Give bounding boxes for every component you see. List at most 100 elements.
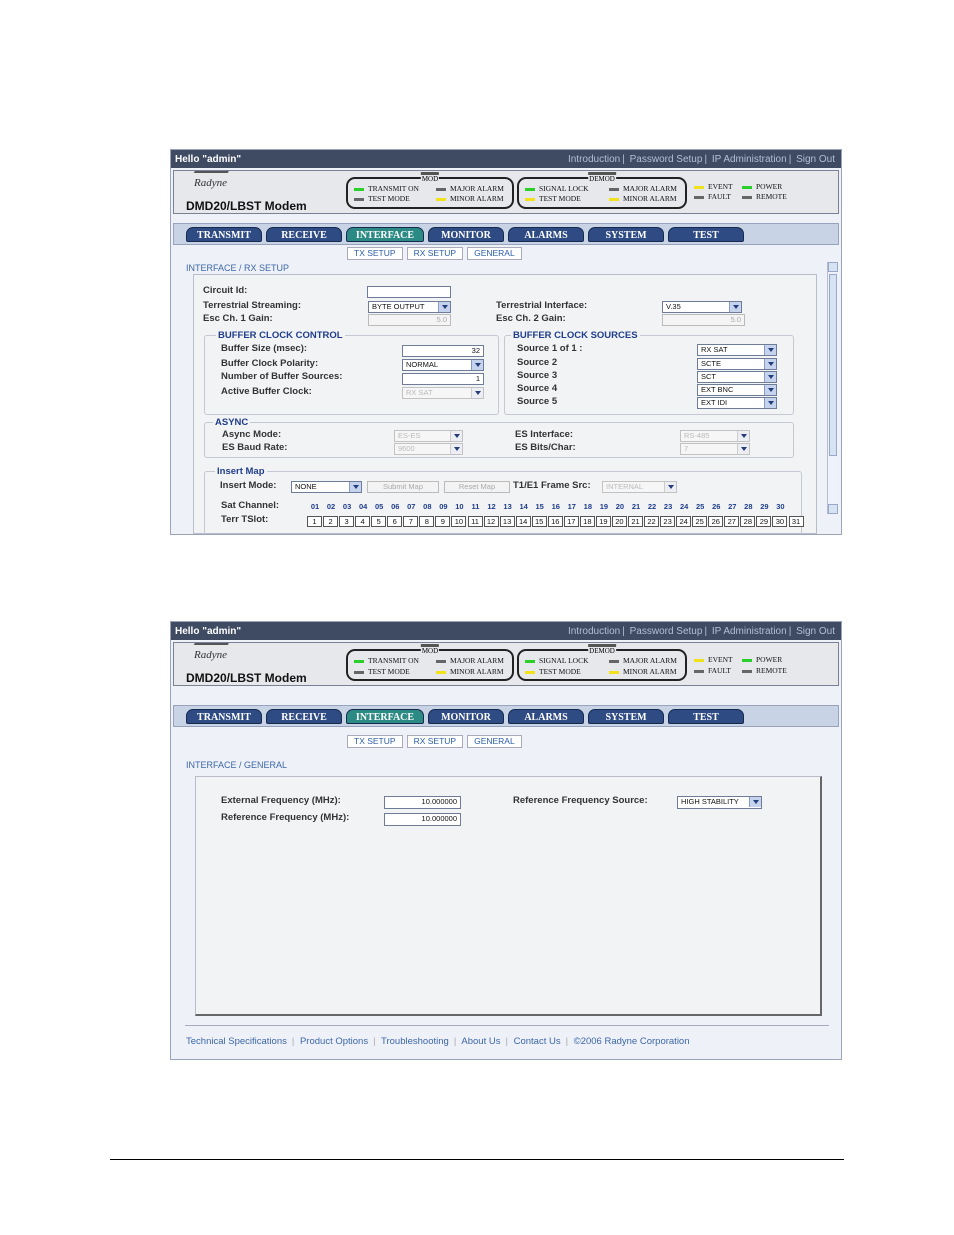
terr-tslot-input[interactable]: 25 [692, 516, 708, 527]
tab-receive[interactable]: RECEIVE [266, 227, 342, 242]
tab-interface[interactable]: INTERFACE [346, 709, 424, 724]
frame-src-select[interactable]: INTERNAL [602, 481, 677, 493]
es-interface-select[interactable]: RS-485 [680, 430, 750, 442]
terr-interface-select[interactable]: V.35 [662, 301, 742, 313]
ext-freq-input[interactable]: 10.000000 [384, 796, 461, 809]
source-4-select[interactable]: EXT BNC [697, 384, 777, 396]
terr-tslot-input[interactable]: 15 [531, 516, 547, 527]
footer-troubleshooting[interactable]: Troubleshooting [381, 1036, 449, 1047]
tab-alarms[interactable]: ALARMS [508, 709, 584, 724]
ref-src-select[interactable]: HIGH STABILITY [677, 796, 762, 809]
terr-streaming-select[interactable]: BYTE OUTPUT [368, 301, 451, 313]
insert-mode-select[interactable]: NONE [291, 481, 362, 493]
tab-transmit[interactable]: TRANSMIT [186, 709, 262, 724]
link-password-setup[interactable]: Password Setup [630, 154, 703, 165]
terr-tslot-input[interactable]: 9 [435, 516, 451, 527]
terr-tslot-input[interactable]: 19 [595, 516, 611, 527]
link-ip-administration[interactable]: IP Administration [712, 154, 787, 165]
source-5-select[interactable]: EXT IDI [697, 397, 777, 409]
led-transmit-on: TRANSMIT ON [354, 184, 419, 193]
terr-tslot-input[interactable]: 28 [740, 516, 756, 527]
link-password-setup[interactable]: Password Setup [630, 626, 703, 637]
terr-tslot-input[interactable]: 1 [307, 516, 322, 527]
esc1-gain-input[interactable]: 5.0 [368, 314, 451, 326]
terr-tslot-input[interactable]: 10 [451, 516, 467, 527]
terr-tslot-input[interactable]: 4 [355, 516, 371, 527]
subtab-tx-setup[interactable]: TX SETUP [347, 735, 403, 748]
es-baud-select[interactable]: 9600 [394, 443, 463, 455]
terr-tslot-input[interactable]: 17 [563, 516, 579, 527]
tab-test[interactable]: TEST [668, 227, 744, 242]
terr-tslot-input[interactable]: 20 [611, 516, 627, 527]
tab-system[interactable]: SYSTEM [588, 227, 664, 242]
terr-tslot-input[interactable]: 2 [323, 516, 339, 527]
es-interface-label: ES Interface: [515, 429, 574, 440]
terr-tslot-input[interactable]: 31 [788, 516, 804, 527]
link-introduction[interactable]: Introduction [568, 154, 620, 165]
terr-tslot-input[interactable]: 18 [579, 516, 595, 527]
scroll-down-arrow[interactable] [828, 504, 838, 514]
subtab-general[interactable]: GENERAL [467, 247, 522, 260]
es-bits-select[interactable]: 7 [680, 443, 750, 455]
tab-alarms[interactable]: ALARMS [508, 227, 584, 242]
tab-receive[interactable]: RECEIVE [266, 709, 342, 724]
buffer-size-input[interactable]: 32 [402, 345, 484, 357]
terr-tslot-input[interactable]: 24 [676, 516, 692, 527]
esc2-gain-input[interactable]: 5.0 [662, 314, 745, 326]
footer-product-options[interactable]: Product Options [300, 1036, 368, 1047]
terr-tslot-input[interactable]: 11 [467, 516, 483, 527]
sat-channel-number: 20 [615, 502, 625, 511]
terr-tslot-input[interactable]: 7 [403, 516, 419, 527]
reset-map-button[interactable]: Reset Map [444, 481, 510, 493]
terr-tslot-input[interactable]: 12 [483, 516, 499, 527]
subtab-rx-setup[interactable]: RX SETUP [406, 735, 464, 748]
link-ip-administration[interactable]: IP Administration [712, 626, 787, 637]
footer-contact-us[interactable]: Contact Us [514, 1036, 561, 1047]
terr-tslot-input[interactable]: 16 [547, 516, 563, 527]
scroll-up-arrow[interactable] [828, 262, 838, 272]
scroll-thumb[interactable] [829, 274, 837, 456]
link-sign-out[interactable]: Sign Out [796, 154, 835, 165]
ref-freq-input[interactable]: 10.000000 [384, 813, 461, 826]
active-buffer-clock-select[interactable]: RX SAT [402, 387, 484, 399]
link-sign-out[interactable]: Sign Out [796, 626, 835, 637]
terr-tslot-input[interactable]: 27 [724, 516, 740, 527]
subtab-general[interactable]: GENERAL [467, 735, 522, 748]
terr-tslot-input[interactable]: 13 [499, 516, 515, 527]
terr-tslot-input[interactable]: 6 [387, 516, 403, 527]
terr-tslot-input[interactable]: 14 [515, 516, 531, 527]
terr-tslot-input[interactable]: 8 [419, 516, 435, 527]
vertical-scrollbar[interactable] [827, 262, 838, 514]
subtab-rx-setup[interactable]: RX SETUP [406, 247, 464, 260]
submit-map-button[interactable]: Submit Map [367, 481, 439, 493]
async-mode-select[interactable]: ES-ES [394, 430, 463, 442]
source-3-select[interactable]: SCT [697, 371, 777, 383]
sat-channel-number: 08 [423, 502, 432, 511]
source-4-label: Source 4 [517, 383, 558, 394]
source-1-select[interactable]: RX SAT [697, 344, 777, 356]
terr-tslot-input[interactable]: 29 [756, 516, 772, 527]
terr-tslot-input[interactable]: 23 [660, 516, 676, 527]
tab-interface[interactable]: INTERFACE [346, 227, 424, 242]
tab-monitor[interactable]: MONITOR [428, 709, 504, 724]
source-2-select[interactable]: SCTE [697, 358, 777, 370]
tab-test[interactable]: TEST [668, 709, 744, 724]
terr-tslot-input[interactable]: 22 [644, 516, 660, 527]
subtab-tx-setup[interactable]: TX SETUP [347, 247, 403, 260]
terr-tslot-input[interactable]: 26 [708, 516, 724, 527]
tab-system[interactable]: SYSTEM [588, 709, 664, 724]
sat-channel-number: 04 [358, 502, 368, 511]
tab-monitor[interactable]: MONITOR [428, 227, 504, 242]
footer-about-us[interactable]: About Us [461, 1036, 500, 1047]
footer-tech-specs[interactable]: Technical Specifications [186, 1036, 287, 1047]
num-buffer-sources-input[interactable]: 1 [402, 373, 484, 385]
buffer-polarity-select[interactable]: NORMAL [402, 359, 484, 371]
es-bits-label: ES Bits/Char: [515, 442, 576, 453]
terr-tslot-input[interactable]: 3 [339, 516, 355, 527]
terr-tslot-input[interactable]: 21 [628, 516, 643, 527]
circuit-id-input[interactable] [367, 286, 451, 298]
terr-tslot-input[interactable]: 30 [772, 516, 788, 527]
terr-tslot-input[interactable]: 5 [371, 516, 387, 527]
tab-transmit[interactable]: TRANSMIT [186, 227, 262, 242]
link-introduction[interactable]: Introduction [568, 626, 620, 637]
